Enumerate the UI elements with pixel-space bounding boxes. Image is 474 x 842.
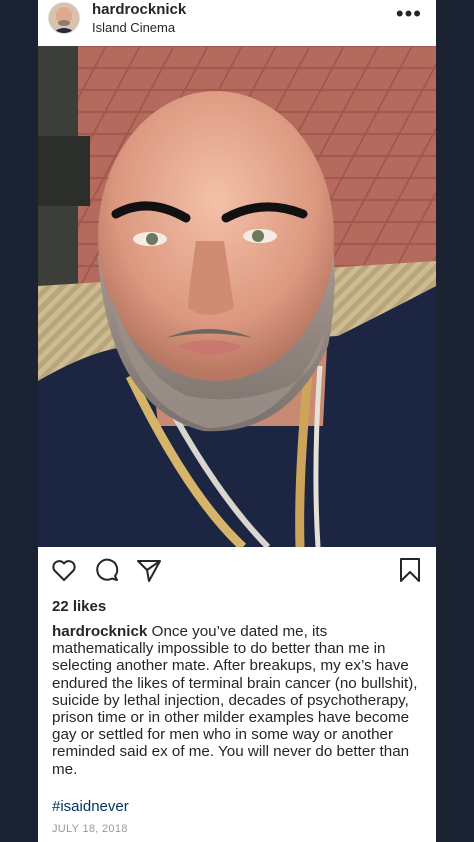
caption-text: Once you’ve dated me, its mathematically… bbox=[52, 623, 418, 778]
post-photo[interactable] bbox=[38, 46, 436, 547]
comment-icon[interactable] bbox=[93, 556, 121, 584]
avatar[interactable] bbox=[48, 2, 80, 34]
post-header: hardrocknick Island Cinema ••• bbox=[38, 0, 436, 46]
post-actions bbox=[38, 556, 436, 588]
post-card: hardrocknick Island Cinema ••• 22 likes … bbox=[38, 0, 436, 842]
heart-icon[interactable] bbox=[50, 556, 78, 584]
more-horizontal-icon[interactable]: ••• bbox=[396, 3, 422, 25]
post-date: JULY 18, 2018 bbox=[52, 823, 128, 835]
post-username[interactable]: hardrocknick bbox=[92, 1, 186, 18]
post-location[interactable]: Island Cinema bbox=[92, 20, 175, 35]
hashtag-link[interactable]: #isaidnever bbox=[52, 798, 129, 815]
likes-count[interactable]: 22 likes bbox=[52, 598, 106, 615]
share-icon[interactable] bbox=[135, 556, 163, 584]
bookmark-icon[interactable] bbox=[396, 556, 424, 584]
caption-username[interactable]: hardrocknick bbox=[52, 623, 147, 640]
post-caption: hardrocknick Once you’ve dated me, its m… bbox=[52, 623, 426, 778]
